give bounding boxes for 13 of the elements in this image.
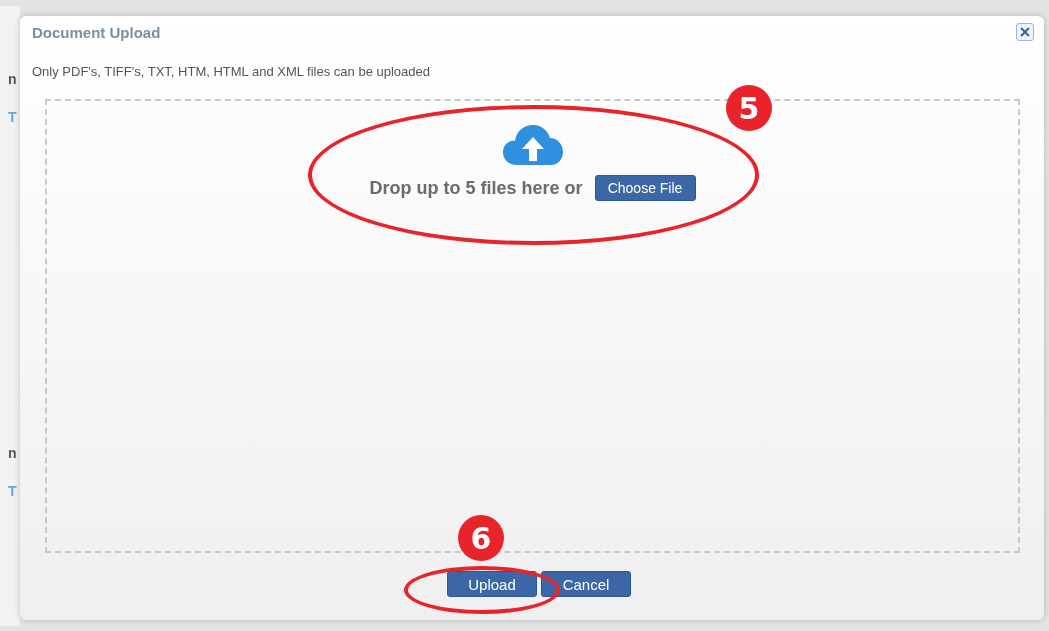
- cloud-upload-icon: [502, 125, 563, 165]
- link-text: T: [8, 108, 18, 127]
- drop-prompt: Drop up to 5 files here or: [369, 177, 583, 199]
- heading-text: n: [8, 70, 18, 89]
- close-button[interactable]: [1016, 23, 1034, 41]
- cancel-button[interactable]: Cancel: [541, 571, 631, 597]
- heading-text: n: [8, 444, 18, 463]
- dialog-title: Document Upload: [32, 23, 161, 41]
- link-text: T: [8, 482, 18, 501]
- file-types-note: Only PDF's, TIFF's, TXT, HTM, HTML and XML files can be uploaded: [32, 64, 431, 79]
- choose-file-button[interactable]: Choose File: [594, 175, 696, 201]
- upload-button[interactable]: Upload: [447, 571, 537, 597]
- close-icon: [1019, 26, 1031, 38]
